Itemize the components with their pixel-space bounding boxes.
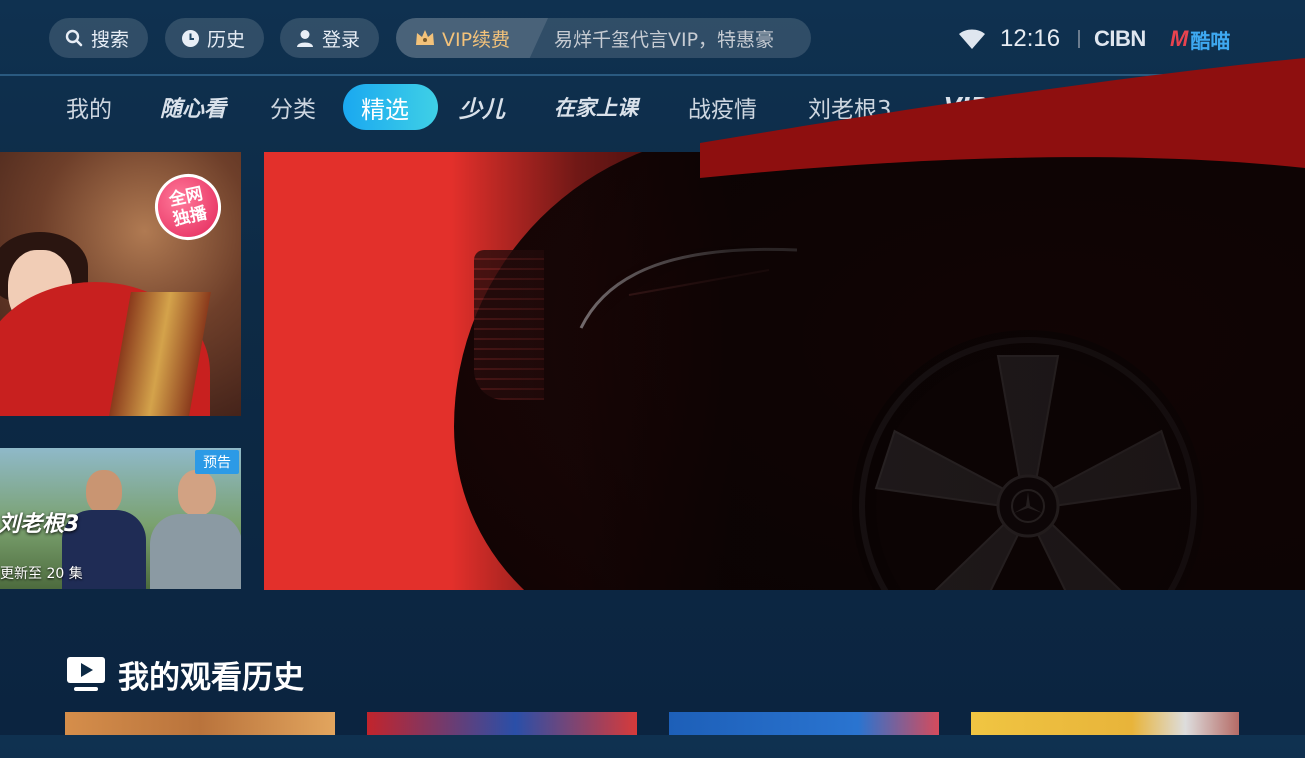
preview-tag: 预告 — [195, 450, 239, 474]
tab-category[interactable]: 分类 — [270, 84, 316, 130]
tab-fight-epidemic[interactable]: 战疫情 — [688, 84, 757, 130]
vip-promo-text: 易烊千玺代言VIP，特惠豪 — [554, 28, 775, 51]
history-section-header: 我的观看历史 — [66, 652, 304, 696]
tv-play-icon — [67, 657, 105, 691]
search-button[interactable]: 搜索 — [49, 18, 148, 58]
top-bar: 搜索 历史 登录 VIP续费 易烊千玺代言VIP，特惠豪 12:16 CIBN … — [0, 0, 1305, 76]
poster-title: 刘老根3 — [0, 512, 80, 537]
cibn-logo: CIBN — [1094, 26, 1146, 51]
tab-kids[interactable]: 少儿 — [459, 84, 505, 130]
history-section-title: 我的观看历史 — [118, 659, 304, 696]
tab-home-class[interactable]: 在家上课 — [554, 84, 638, 130]
tab-liulaogen3[interactable]: 刘老根3 — [808, 84, 892, 130]
history-thumb-3[interactable] — [669, 712, 939, 735]
kumiao-m-mark: M — [1170, 26, 1189, 51]
history-label: 历史 — [207, 28, 246, 51]
history-thumb-1[interactable] — [65, 712, 335, 735]
history-button[interactable]: 历史 — [165, 18, 264, 58]
tab-featured[interactable]: 精选 — [343, 84, 438, 130]
login-label: 登录 — [322, 28, 361, 51]
clock-time: 12:16 — [1000, 25, 1061, 52]
hero-shade — [264, 152, 1305, 590]
wifi-icon — [958, 22, 986, 56]
poster-drama-card[interactable]: 全网 独播 — [0, 152, 241, 416]
topbar-divider — [0, 74, 1305, 76]
kumiao-text: 酷喵 — [1190, 28, 1231, 53]
episode-update-text: 更新至 20 集 — [0, 566, 83, 582]
poster-liulaogen-card[interactable]: 刘老根3 预告 更新至 20 集 — [0, 448, 241, 589]
tab-vip[interactable]: VIP — [944, 84, 987, 130]
category-nav: 我的 随心看 分类 精选 少儿 在家上课 战疫情 刘老根3 VIP — [0, 84, 1305, 132]
user-icon — [294, 27, 316, 49]
kumiao-logo: M 酷喵 — [1170, 22, 1230, 56]
tab-suixinkan[interactable]: 随心看 — [160, 84, 226, 130]
history-thumb-2[interactable] — [367, 712, 637, 735]
login-button[interactable]: 登录 — [280, 18, 379, 58]
vip-crown-icon — [414, 27, 436, 49]
history-thumb-4[interactable] — [971, 712, 1239, 735]
search-label: 搜索 — [91, 28, 130, 51]
search-icon — [63, 27, 85, 49]
exclusive-badge: 全网 独播 — [148, 167, 228, 247]
poster-figure-elder — [150, 470, 241, 589]
vip-renew-button[interactable]: VIP续费 易烊千玺代言VIP，特惠豪 — [396, 18, 811, 58]
vip-renew-label: VIP续费 — [442, 28, 511, 51]
status-divider — [1078, 30, 1080, 48]
hero-banner[interactable] — [264, 152, 1305, 590]
clock-icon — [179, 27, 201, 49]
tab-mine[interactable]: 我的 — [66, 84, 112, 130]
